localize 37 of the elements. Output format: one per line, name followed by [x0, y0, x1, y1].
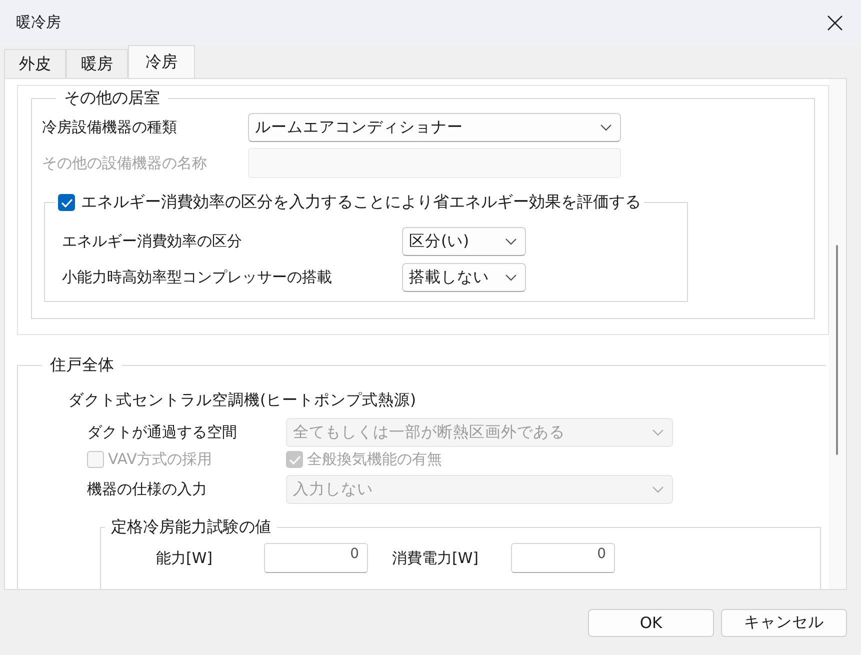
- checkbox-label: 全般換気機能の有無: [307, 450, 442, 469]
- dropdown[interactable]: 搭載しない: [402, 263, 526, 292]
- field-label: 冷房設備機器の種類: [42, 118, 178, 137]
- field-label: その他の設備機器の名称: [42, 154, 208, 172]
- field-label: ダクトが通過する空間: [87, 423, 238, 442]
- window-title: 暖冷房: [16, 13, 61, 32]
- tab[interactable]: 冷房: [128, 45, 195, 78]
- checkbox-label: VAV方式の採用: [108, 450, 212, 469]
- field-label: 消費電力[W]: [392, 548, 480, 568]
- input-field[interactable]: 0: [264, 543, 368, 573]
- chevron-down-icon: [652, 486, 664, 494]
- dropdown[interactable]: ルームエアコンディショナー: [248, 113, 621, 142]
- button[interactable]: OK: [588, 608, 714, 636]
- checkmark-icon: [288, 454, 300, 464]
- group-title: 定格冷房能力試験の値: [110, 517, 272, 538]
- tab[interactable]: 暖房: [66, 49, 128, 78]
- button[interactable]: キャンセル: [721, 608, 847, 636]
- chevron-down-icon: [505, 238, 517, 246]
- field-label: 小能力時高効率型コンプレッサーの搭載: [62, 268, 333, 287]
- chevron-down-icon: [505, 274, 517, 282]
- field-label: 機器の仕様の入力: [87, 480, 208, 499]
- checkbox[interactable]: [58, 194, 75, 211]
- checkmark-icon: [60, 198, 72, 208]
- group-title: 住戸全体: [49, 355, 115, 376]
- chevron-down-icon: [652, 428, 664, 436]
- close-icon[interactable]: [827, 14, 843, 30]
- field-label: エネルギー消費効率の区分: [62, 232, 243, 251]
- tab[interactable]: 外皮: [4, 49, 66, 78]
- input-field[interactable]: 0: [511, 543, 615, 573]
- scrollbar-thumb[interactable]: [836, 245, 838, 455]
- scrollbar[interactable]: [829, 79, 846, 589]
- section-heading: ダクト式セントラル空調機(ヒートポンプ式熱源): [68, 390, 418, 411]
- checkbox-label: エネルギー消費効率の区分を入力することにより省エネルギー効果を評価する: [81, 192, 641, 213]
- field-label: 能力[W]: [156, 548, 214, 568]
- chevron-down-icon: [600, 124, 612, 132]
- dropdown[interactable]: 区分(い): [402, 227, 526, 256]
- group-title: その他の居室: [63, 88, 161, 109]
